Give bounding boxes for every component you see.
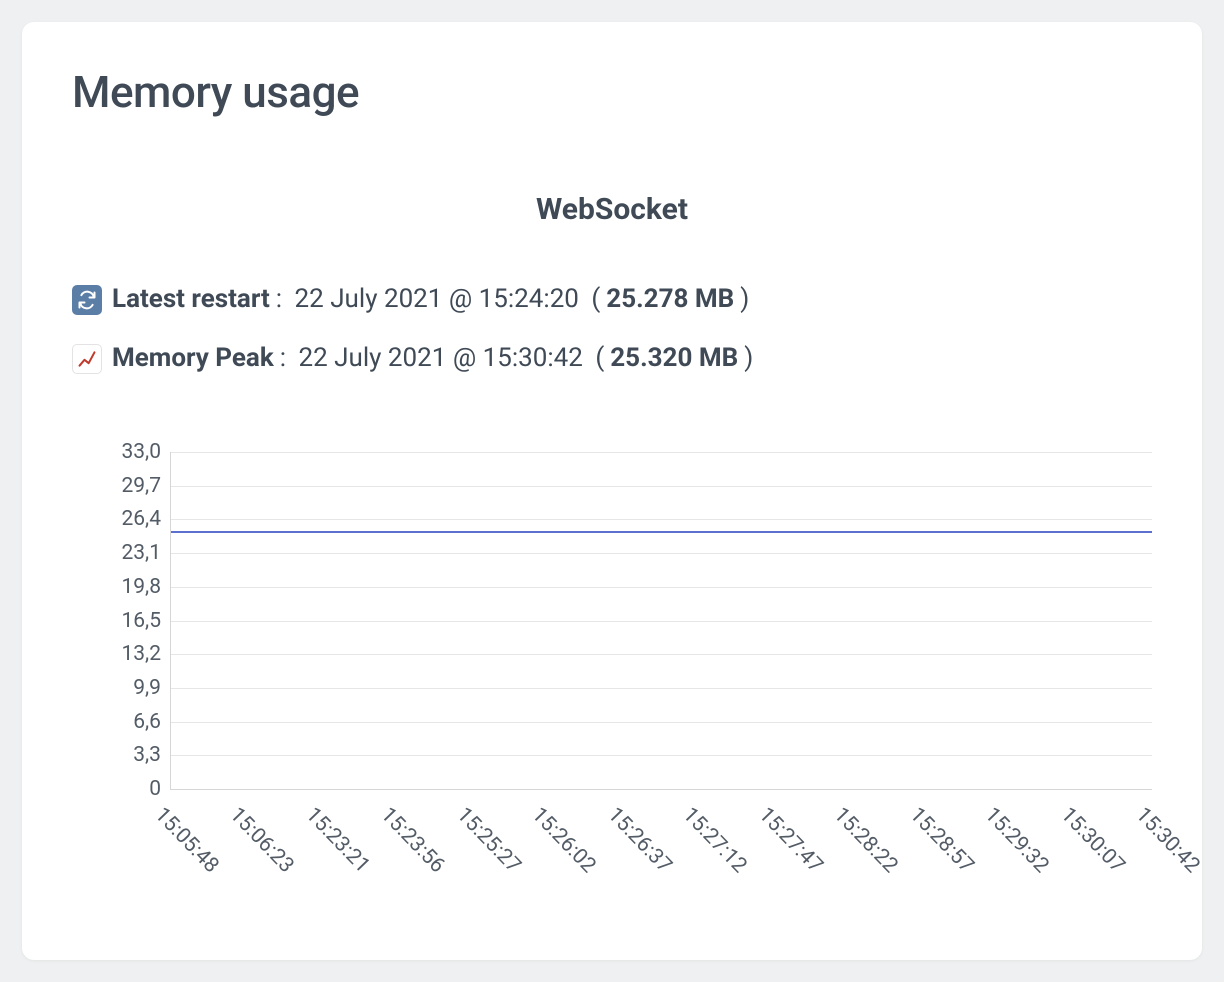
chart-x-tick-label: 15:30:42 <box>1131 803 1205 878</box>
chart-gridline <box>171 452 1152 453</box>
latest-restart-time: 22 July 2021 @ 15:24:20 <box>295 275 579 324</box>
latest-restart-line: Latest restart: 22 July 2021 @ 15:24:20 … <box>72 275 1152 324</box>
latest-restart-label: Latest restart <box>112 275 270 324</box>
chart-x-tick-label: 15:28:57 <box>904 803 978 878</box>
chart-gridline <box>171 722 1152 723</box>
latest-restart-value: 25.278 MB <box>606 275 734 324</box>
memory-peak-value: 25.320 MB <box>610 334 738 383</box>
chart-series-line <box>171 531 1152 533</box>
chart-x-tick-label: 15:29:32 <box>980 803 1054 878</box>
chart-x-tick-label: 15:27:12 <box>678 803 752 878</box>
chart-y-tick-label: 3,3 <box>101 743 171 767</box>
chart-gridline <box>171 755 1152 756</box>
chart-x-tick-label: 15:28:22 <box>829 803 903 878</box>
chart-x-tick-label: 15:23:21 <box>301 803 375 878</box>
chart-title: WebSocket <box>72 192 1152 227</box>
chart-y-tick-label: 19,8 <box>101 575 171 599</box>
restart-icon <box>72 285 102 315</box>
chart-gridline <box>171 486 1152 487</box>
chart-y-tick-label: 16,5 <box>101 609 171 633</box>
chart-x-tick-label: 15:25:27 <box>452 803 526 878</box>
chart-gridline <box>171 553 1152 554</box>
chart-plot-area: 03,36,69,913,216,519,823,126,429,733,015… <box>170 452 1152 790</box>
chart-x-tick-label: 15:27:47 <box>753 803 827 878</box>
memory-chart: 03,36,69,913,216,519,823,126,429,733,015… <box>92 452 1152 890</box>
chart-y-tick-label: 6,6 <box>101 710 171 734</box>
chart-y-tick-label: 23,1 <box>101 541 171 565</box>
chart-x-tick-label: 15:26:02 <box>527 803 601 878</box>
chart-x-tick-label: 15:06:23 <box>225 803 299 878</box>
chart-gridline <box>171 621 1152 622</box>
memory-peak-time: 22 July 2021 @ 15:30:42 <box>299 334 583 383</box>
chart-gridline <box>171 654 1152 655</box>
chart-gridline <box>171 587 1152 588</box>
page-title: Memory usage <box>72 66 1152 118</box>
chart-y-tick-label: 0 <box>101 777 171 801</box>
chart-y-tick-label: 9,9 <box>101 676 171 700</box>
chart-gridline <box>171 688 1152 689</box>
memory-peak-label: Memory Peak <box>112 334 274 383</box>
chart-y-tick-label: 26,4 <box>101 507 171 531</box>
peak-icon <box>72 344 102 374</box>
chart-x-tick-label: 15:30:07 <box>1055 803 1129 878</box>
memory-peak-line: Memory Peak: 22 July 2021 @ 15:30:42 (25… <box>72 334 1152 383</box>
chart-y-tick-label: 29,7 <box>101 474 171 498</box>
chart-x-tick-label: 15:05:48 <box>150 803 224 878</box>
chart-x-tick-label: 15:26:37 <box>603 803 677 878</box>
chart-gridline <box>171 519 1152 520</box>
chart-y-tick-label: 13,2 <box>101 642 171 666</box>
memory-usage-card: Memory usage WebSocket Latest restart: 2… <box>22 22 1202 960</box>
chart-x-tick-label: 15:23:56 <box>376 803 450 878</box>
chart-meta: Latest restart: 22 July 2021 @ 15:24:20 … <box>72 275 1152 384</box>
chart-y-tick-label: 33,0 <box>101 440 171 464</box>
